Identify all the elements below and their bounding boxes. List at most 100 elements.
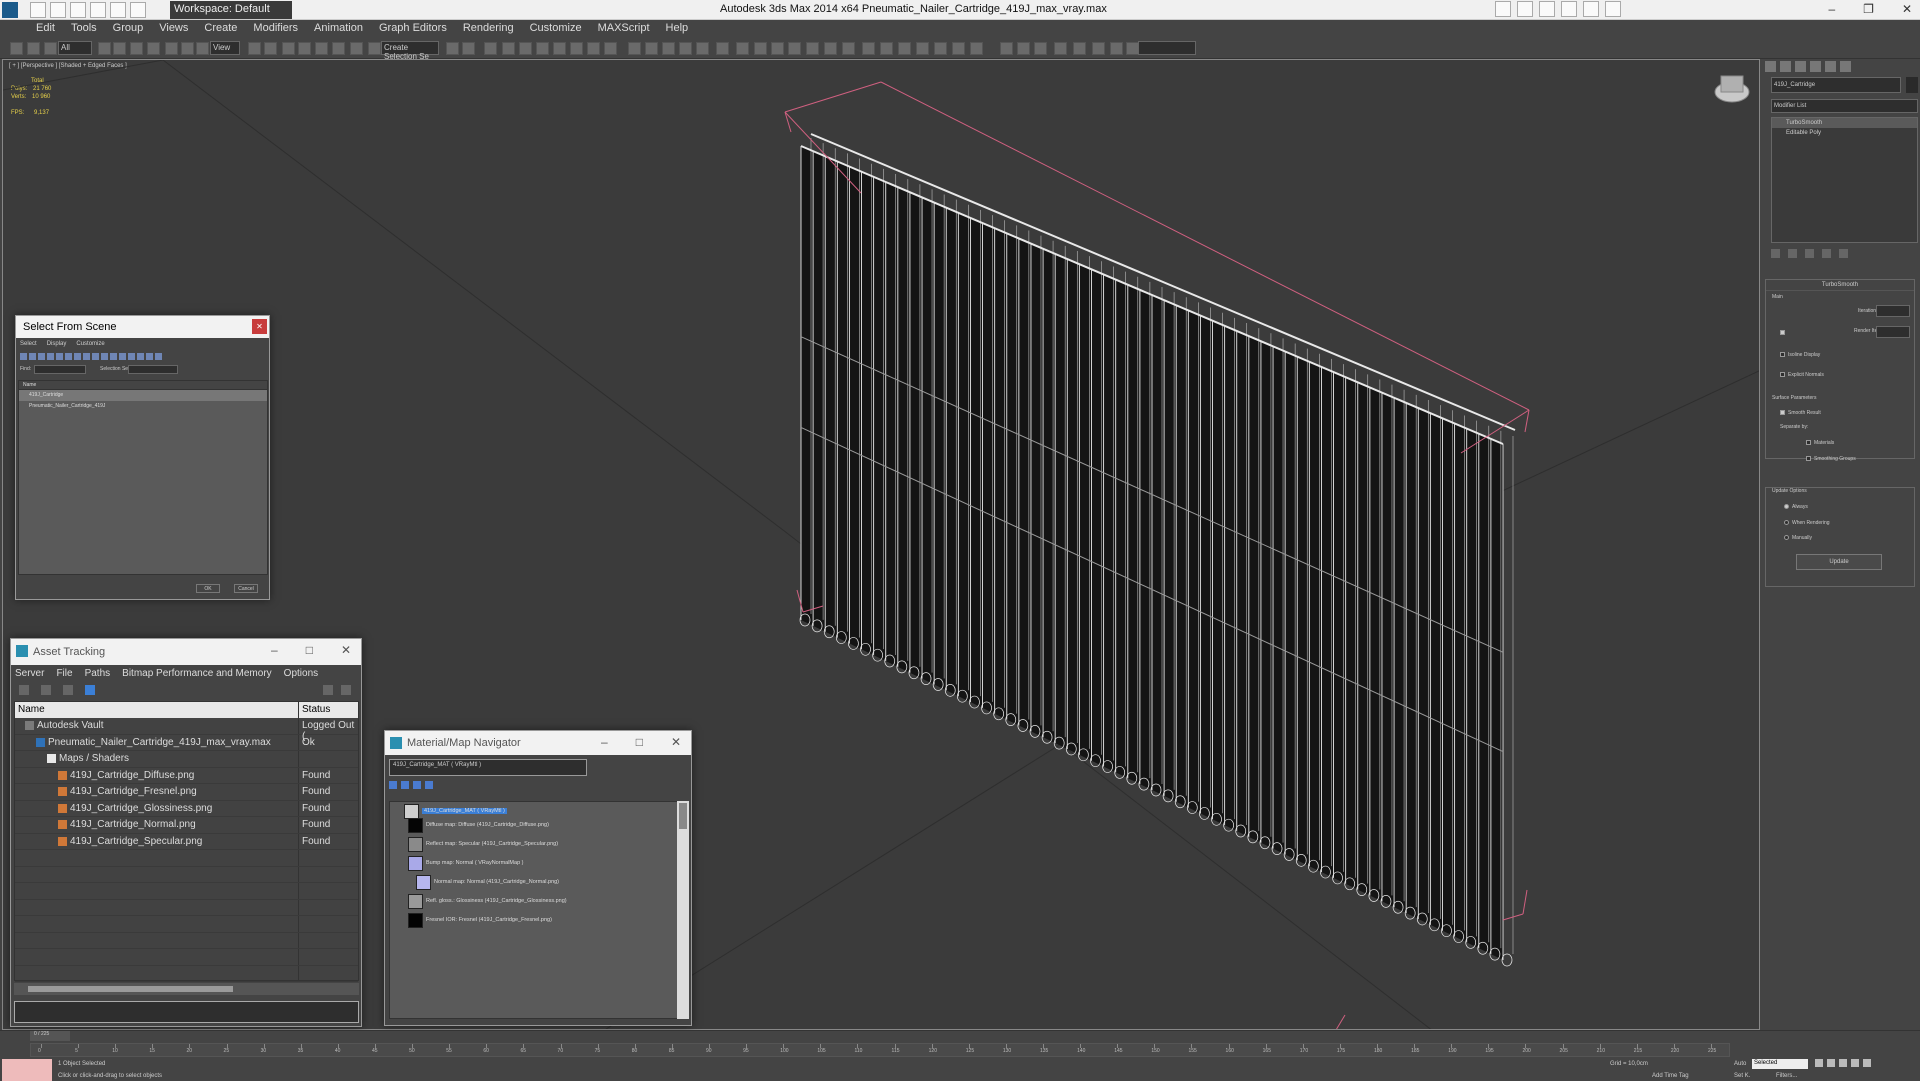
rendered-frame-icon[interactable] [587,42,600,55]
minimize-icon[interactable]: – [271,643,278,657]
smoothing-groups-checkbox[interactable] [1806,456,1811,461]
select-all-icon[interactable] [128,353,135,360]
menu-rendering[interactable]: Rendering [455,20,522,39]
material-swatch[interactable] [408,913,423,928]
bind-space-warp-icon[interactable] [44,42,57,55]
close-icon[interactable]: ✕ [671,735,681,749]
iterations-spinner[interactable] [1876,305,1910,317]
link-icon[interactable] [10,42,23,55]
key-filters-button[interactable]: Filters... [1776,1073,1797,1079]
stack-item-turbosmooth[interactable]: TurboSmooth [1772,118,1917,128]
vray-dome-icon[interactable] [842,42,855,55]
view-small-icons-icon[interactable] [413,781,421,789]
exchange-icon[interactable] [1561,1,1577,17]
angle-snap-icon[interactable] [315,42,328,55]
rotate-icon[interactable] [181,42,194,55]
display-helpers-icon[interactable] [56,353,63,360]
star-icon[interactable] [1583,1,1599,17]
smooth-result-checkbox[interactable] [1780,410,1785,415]
material-navigator-titlebar[interactable]: Material/Map Navigator – □ ✕ [385,731,691,755]
render-iters-spinner[interactable] [1876,326,1910,338]
help-icon[interactable] [323,685,333,695]
vray-sun-icon[interactable] [679,42,692,55]
select-by-name-icon[interactable] [113,42,126,55]
create-tab-icon[interactable] [1765,61,1776,72]
vray-scene-converter-icon[interactable] [952,42,965,55]
table-row[interactable]: 419J_Cartridge_Normal.png Found [15,817,358,834]
find-input[interactable] [34,365,86,374]
vray-physical-camera-icon[interactable] [696,42,709,55]
open-file-icon[interactable] [50,2,66,18]
sfs-menu-customize[interactable]: Customize [76,341,104,349]
set-key-label[interactable]: Set K. [1734,1073,1750,1079]
manually-radio[interactable] [1784,535,1789,540]
go-to-end-icon[interactable] [1863,1059,1871,1067]
extra-tools-icon[interactable] [1092,42,1105,55]
sfs-menu-display[interactable]: Display [47,341,67,349]
toolbar-slider[interactable] [1138,41,1196,55]
menu-tools[interactable]: Tools [63,20,105,39]
render-region-icon[interactable] [1017,42,1030,55]
at-menu-server[interactable]: Server [15,668,44,680]
refresh-icon[interactable] [19,685,29,695]
status-column-header[interactable]: Status [302,704,330,715]
modifier-list-dropdown[interactable]: Modifier List [1771,99,1918,113]
schematic-view-icon[interactable] [536,42,549,55]
table-row[interactable]: 419J_Cartridge_Fresnel.png Found [15,784,358,801]
vray-bitmap-icon[interactable] [898,42,911,55]
render-setup-icon[interactable] [570,42,583,55]
save-file-icon[interactable] [70,2,86,18]
display-none-icon[interactable] [110,353,117,360]
display-groups-icon[interactable] [74,353,81,360]
select-none-icon[interactable] [137,353,144,360]
curve-editor-icon[interactable] [519,42,532,55]
keyboard-shortcut-icon[interactable] [282,42,295,55]
viewcube-icon[interactable] [1714,75,1750,103]
display-xrefs-icon[interactable] [83,353,90,360]
restore-icon[interactable]: ❐ [1863,2,1874,16]
menu-animation[interactable]: Animation [306,20,371,39]
vray-proxy-icon[interactable] [716,42,729,55]
vray-material-icon[interactable] [862,42,875,55]
select-manipulate-icon[interactable] [264,42,277,55]
play-icon[interactable] [1839,1059,1847,1067]
vray-mesh-export-icon[interactable] [880,42,893,55]
material-tree-node[interactable]: Fresnel IOR: Fresnel (419J_Cartridge_Fre… [426,917,552,923]
pivot-center-icon[interactable] [248,42,261,55]
go-to-start-icon[interactable] [1815,1059,1823,1067]
table-row[interactable]: 419J_Cartridge_Diffuse.png Found [15,768,358,784]
asset-tracking-titlebar[interactable]: Asset Tracking – □ ✕ [11,639,361,665]
when-rendering-radio[interactable] [1784,520,1789,525]
menu-edit[interactable]: Edit [28,20,63,39]
table-view-icon[interactable] [85,685,95,695]
material-swatch[interactable] [416,875,431,890]
list-item[interactable]: 419J_Cartridge [19,390,267,401]
make-unique-icon[interactable] [1805,249,1814,258]
undo-icon[interactable] [90,2,106,18]
vertical-scrollbar[interactable] [677,801,689,1019]
minimize-icon[interactable]: – [1828,2,1835,16]
project-folder-icon[interactable] [130,2,146,18]
adaptive-degradation-icon[interactable] [1073,42,1086,55]
time-slider[interactable]: 0 / 225 [30,1031,70,1041]
unlink-icon[interactable] [27,42,40,55]
material-tree-node[interactable]: Reflect map: Specular (419J_Cartridge_Sp… [426,841,558,847]
object-name-field[interactable]: 419J_Cartridge [1771,77,1901,93]
utilities-tab-icon[interactable] [1840,61,1851,72]
vray-displacement-icon[interactable] [788,42,801,55]
menu-help[interactable]: Help [658,20,697,39]
pin-stack-icon[interactable] [1771,249,1780,258]
display-lights-icon[interactable] [38,353,45,360]
menu-customize[interactable]: Customize [522,20,590,39]
search-icon[interactable] [1495,1,1511,17]
scrollbar-thumb[interactable] [679,803,687,829]
view-large-icons-icon[interactable] [425,781,433,789]
material-tree-node[interactable]: Bump map: Normal ( VRayNormalMap ) [426,860,524,866]
vray-toolbar-extra-icon[interactable] [934,42,947,55]
track-bar[interactable]: 0 5 10 15 20 25 30 35 40 45 50 55 60 65 70 75 80 85 90 95 10… [30,1043,1730,1057]
render-icon[interactable] [604,42,617,55]
motion-tab-icon[interactable] [1810,61,1821,72]
layer-manager-icon[interactable] [484,42,497,55]
scrollbar-thumb[interactable] [28,986,233,992]
vray-ies-icon[interactable] [824,42,837,55]
